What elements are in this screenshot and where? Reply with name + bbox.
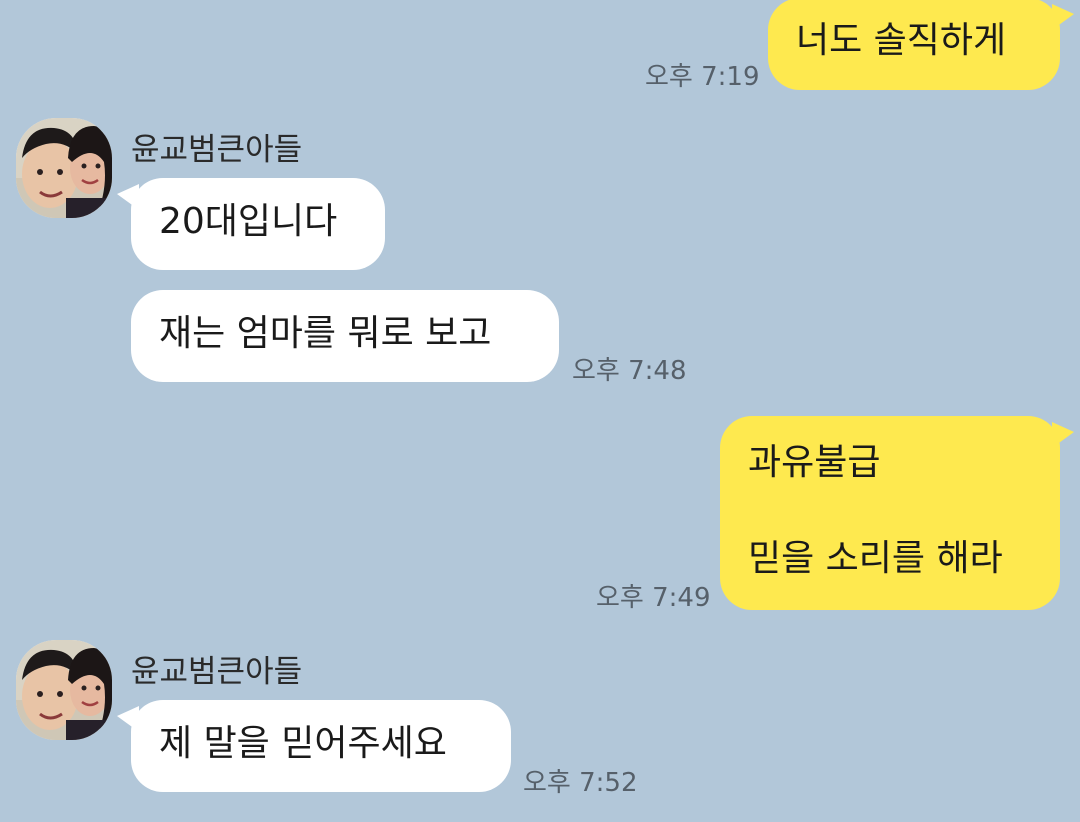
incoming-message-bubble[interactable]: 20대입니다 (117, 178, 385, 270)
timestamp: 오후 7:19 (645, 62, 760, 92)
outgoing-message-bubble[interactable]: 과유불급 믿을 소리를 해라 (720, 416, 1074, 610)
sender-avatar[interactable] (16, 640, 112, 740)
incoming-message-bubble[interactable]: 제 말을 믿어주세요 (117, 700, 511, 792)
profile-photo-icon (16, 118, 112, 218)
sender-name: 윤교범큰아들 (131, 132, 303, 168)
profile-photo-icon (16, 640, 112, 740)
outgoing-message-bubble[interactable]: 너도 솔직하게 (768, 0, 1074, 90)
sender-name: 윤교범큰아들 (131, 654, 303, 690)
sender-avatar[interactable] (16, 118, 112, 218)
timestamp: 오후 7:48 (572, 356, 687, 386)
incoming-message-bubble[interactable]: 재는 엄마를 뭐로 보고 (131, 290, 559, 382)
timestamp: 오후 7:52 (523, 768, 638, 798)
chat-area[interactable]: 오후 7:19 너도 솔직하게 윤교범큰아들 20대입니다 재는 엄마를 뭐로 … (0, 0, 1080, 822)
timestamp: 오후 7:49 (596, 583, 711, 613)
